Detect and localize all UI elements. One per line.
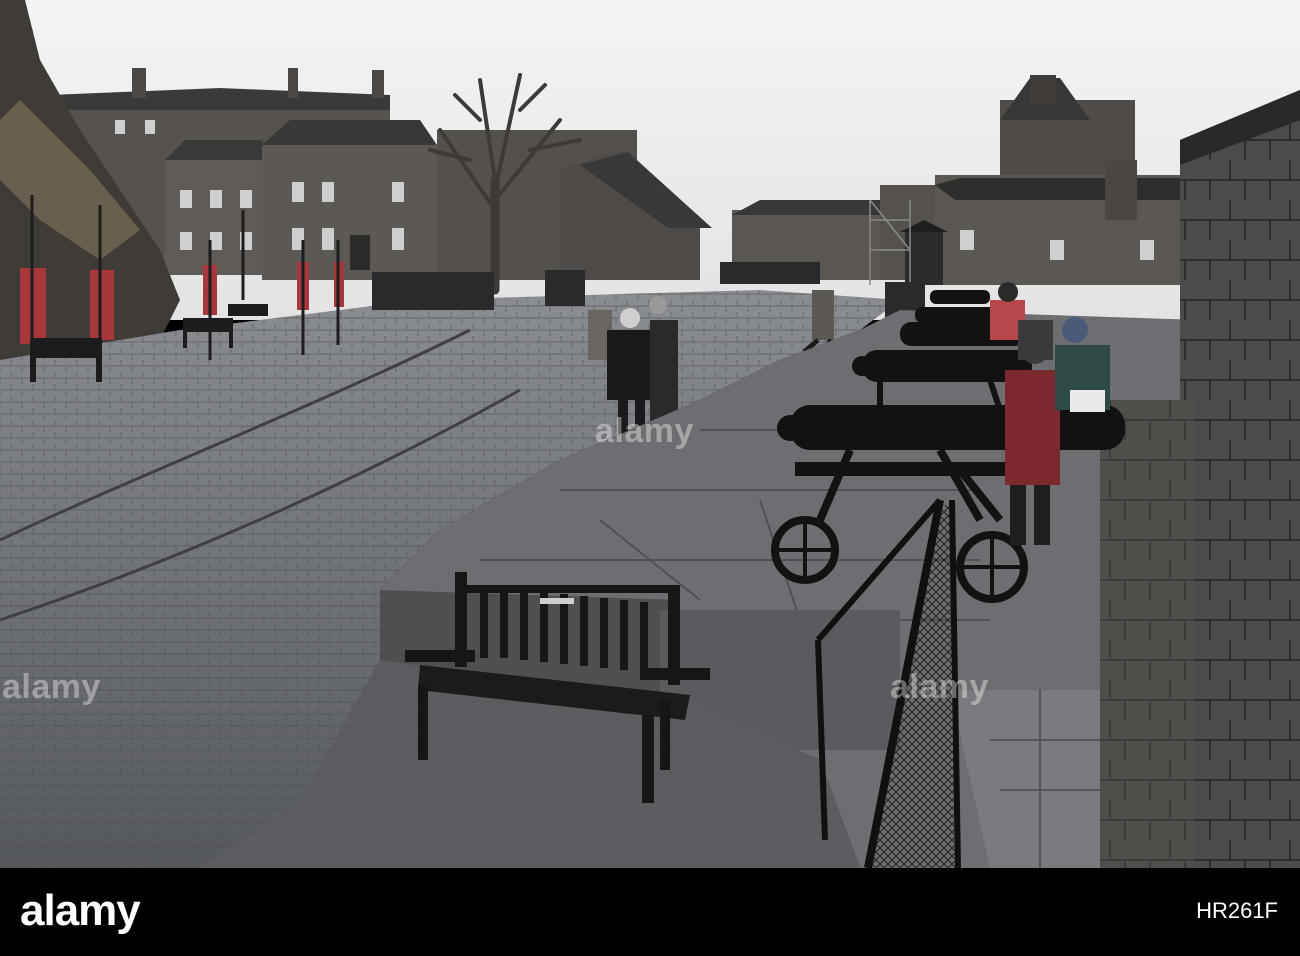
- watermark-text: alamy: [595, 412, 694, 450]
- stock-photo-frame: alamy alamy alamy alamy HR261F: [0, 0, 1300, 956]
- watermark-text: alamy: [890, 668, 989, 706]
- alamy-logo[interactable]: alamy: [20, 886, 141, 936]
- stock-footer-bar: alamy HR261F: [0, 868, 1300, 956]
- image-id: HR261F: [1196, 898, 1278, 923]
- watermark-text: alamy: [2, 668, 101, 706]
